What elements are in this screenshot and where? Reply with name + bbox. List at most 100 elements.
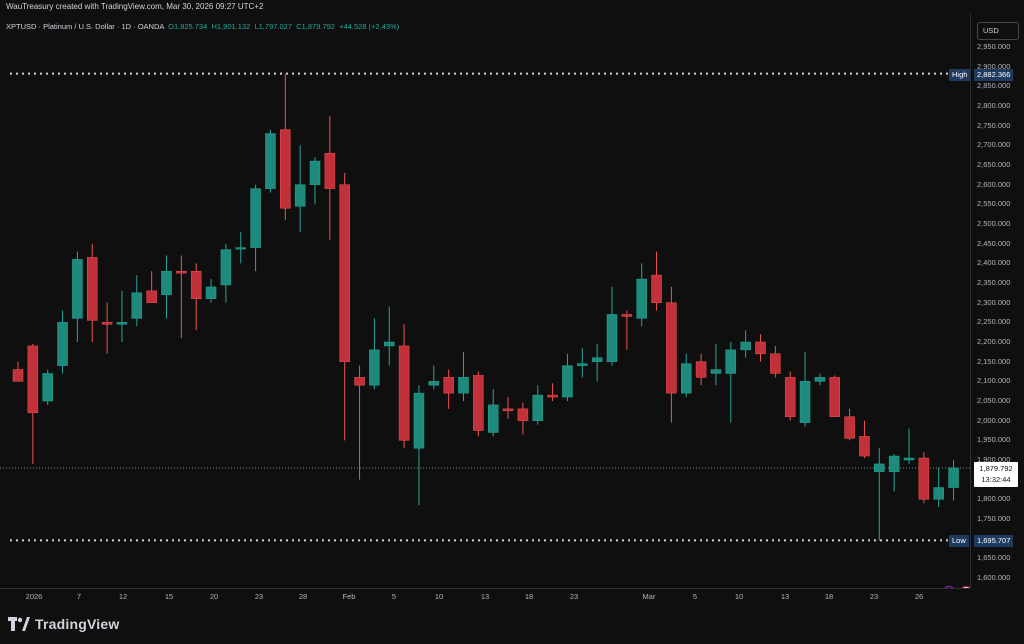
- candle[interactable]: [131, 275, 143, 327]
- candle-body: [42, 373, 53, 402]
- candle[interactable]: [666, 286, 677, 423]
- candle[interactable]: [755, 334, 766, 362]
- candle[interactable]: [116, 290, 128, 342]
- candle[interactable]: [502, 397, 514, 419]
- time-axis[interactable]: 2026 7 12 15 20 23 28 Feb 5 10 13 18 23 Mar 5 10 13 18 23 2…: [0, 588, 970, 607]
- candle-body: [591, 357, 603, 362]
- candle-body: [918, 457, 930, 500]
- candle[interactable]: [710, 343, 722, 386]
- candle-body: [770, 353, 781, 374]
- candle[interactable]: [12, 361, 24, 382]
- candle[interactable]: [146, 271, 157, 303]
- currency-button[interactable]: USD: [977, 22, 1019, 40]
- candle[interactable]: [606, 286, 618, 366]
- high-tag: High: [949, 69, 971, 81]
- candle[interactable]: [384, 306, 395, 366]
- candle[interactable]: [651, 251, 662, 311]
- candle[interactable]: [784, 371, 796, 421]
- candle[interactable]: [473, 371, 484, 437]
- candle-body: [146, 290, 157, 303]
- candle[interactable]: [309, 157, 321, 205]
- candle[interactable]: [888, 454, 900, 492]
- candle[interactable]: [770, 345, 781, 378]
- candle-body: [903, 457, 915, 461]
- tradingview-logo[interactable]: TradingView: [8, 616, 119, 632]
- x-tick-label: 10: [434, 592, 444, 601]
- candle[interactable]: [57, 310, 68, 374]
- candle[interactable]: [621, 310, 633, 350]
- candle[interactable]: [161, 255, 172, 319]
- x-tick-label: 23: [254, 592, 264, 601]
- candle[interactable]: [220, 243, 232, 303]
- candle[interactable]: [428, 365, 440, 390]
- candle[interactable]: [577, 347, 588, 378]
- candle[interactable]: [547, 383, 558, 401]
- candle[interactable]: [859, 420, 870, 459]
- candle[interactable]: [354, 365, 365, 480]
- y-tick-label: 1,650.000: [977, 553, 1011, 563]
- candle[interactable]: [562, 353, 573, 401]
- price-axis[interactable]: USD 1,600.0001,650.0001,700.0001,750.000…: [949, 14, 1024, 588]
- y-tick-label: 2,650.000: [977, 160, 1011, 169]
- candle[interactable]: [844, 408, 855, 441]
- low-value: 1,695.707: [977, 536, 1011, 545]
- candle[interactable]: [695, 353, 707, 386]
- candle[interactable]: [681, 353, 692, 398]
- candle[interactable]: [72, 251, 83, 342]
- candle[interactable]: [250, 184, 261, 272]
- candle[interactable]: [517, 402, 529, 435]
- chart-pane[interactable]: XPTUSD · Platinum / U.S. Dollar · 1D · O…: [0, 14, 970, 588]
- candle-body: [562, 365, 573, 398]
- candle-body: [874, 463, 885, 473]
- candle[interactable]: [636, 263, 647, 327]
- candle[interactable]: [814, 373, 826, 386]
- candle[interactable]: [874, 448, 885, 541]
- x-tick-label: Feb: [342, 592, 356, 601]
- candle[interactable]: [265, 129, 276, 193]
- candle-body: [116, 322, 128, 325]
- candle[interactable]: [903, 428, 915, 464]
- candle[interactable]: [87, 243, 98, 342]
- candle[interactable]: [532, 385, 543, 425]
- candle-body: [220, 249, 232, 286]
- candle[interactable]: [205, 279, 217, 303]
- candle[interactable]: [443, 369, 454, 409]
- y-tick-label: 2,400.000: [977, 258, 1011, 268]
- candle-body: [428, 381, 440, 386]
- candle[interactable]: [413, 385, 425, 506]
- x-tick-label: 18: [524, 592, 534, 601]
- candle[interactable]: [27, 343, 39, 464]
- candle[interactable]: [280, 73, 291, 221]
- candle[interactable]: [294, 145, 306, 232]
- candle[interactable]: [101, 302, 113, 354]
- candle-body: [235, 247, 246, 250]
- y-tick-label: 2,800.000: [977, 101, 1011, 110]
- candle[interactable]: [42, 369, 53, 405]
- candle-body: [814, 377, 826, 382]
- candle[interactable]: [190, 263, 202, 331]
- candlestick-chart[interactable]: [0, 14, 970, 588]
- candle[interactable]: [799, 351, 811, 427]
- x-tick-label: 2026: [25, 592, 43, 601]
- candle[interactable]: [324, 115, 336, 240]
- candle[interactable]: [740, 330, 751, 358]
- y-tick-label: 2,850.000: [977, 81, 1011, 91]
- last-price-value: 1,879.792: [979, 464, 1013, 473]
- candle-body: [339, 184, 350, 362]
- candle[interactable]: [398, 324, 410, 449]
- candle[interactable]: [339, 172, 350, 441]
- candle[interactable]: [918, 452, 930, 504]
- candle[interactable]: [487, 389, 499, 437]
- candle[interactable]: [829, 375, 840, 417]
- low-value-tag: 1,695.707: [974, 535, 1014, 547]
- candle[interactable]: [458, 351, 469, 401]
- candle[interactable]: [369, 318, 380, 390]
- candle[interactable]: [948, 460, 959, 501]
- candle[interactable]: [933, 467, 944, 508]
- candle[interactable]: [235, 231, 246, 264]
- candle[interactable]: [176, 255, 187, 339]
- candle[interactable]: [591, 343, 603, 382]
- candle-body: [710, 369, 722, 374]
- candle[interactable]: [725, 342, 737, 423]
- candle-body: [532, 394, 543, 421]
